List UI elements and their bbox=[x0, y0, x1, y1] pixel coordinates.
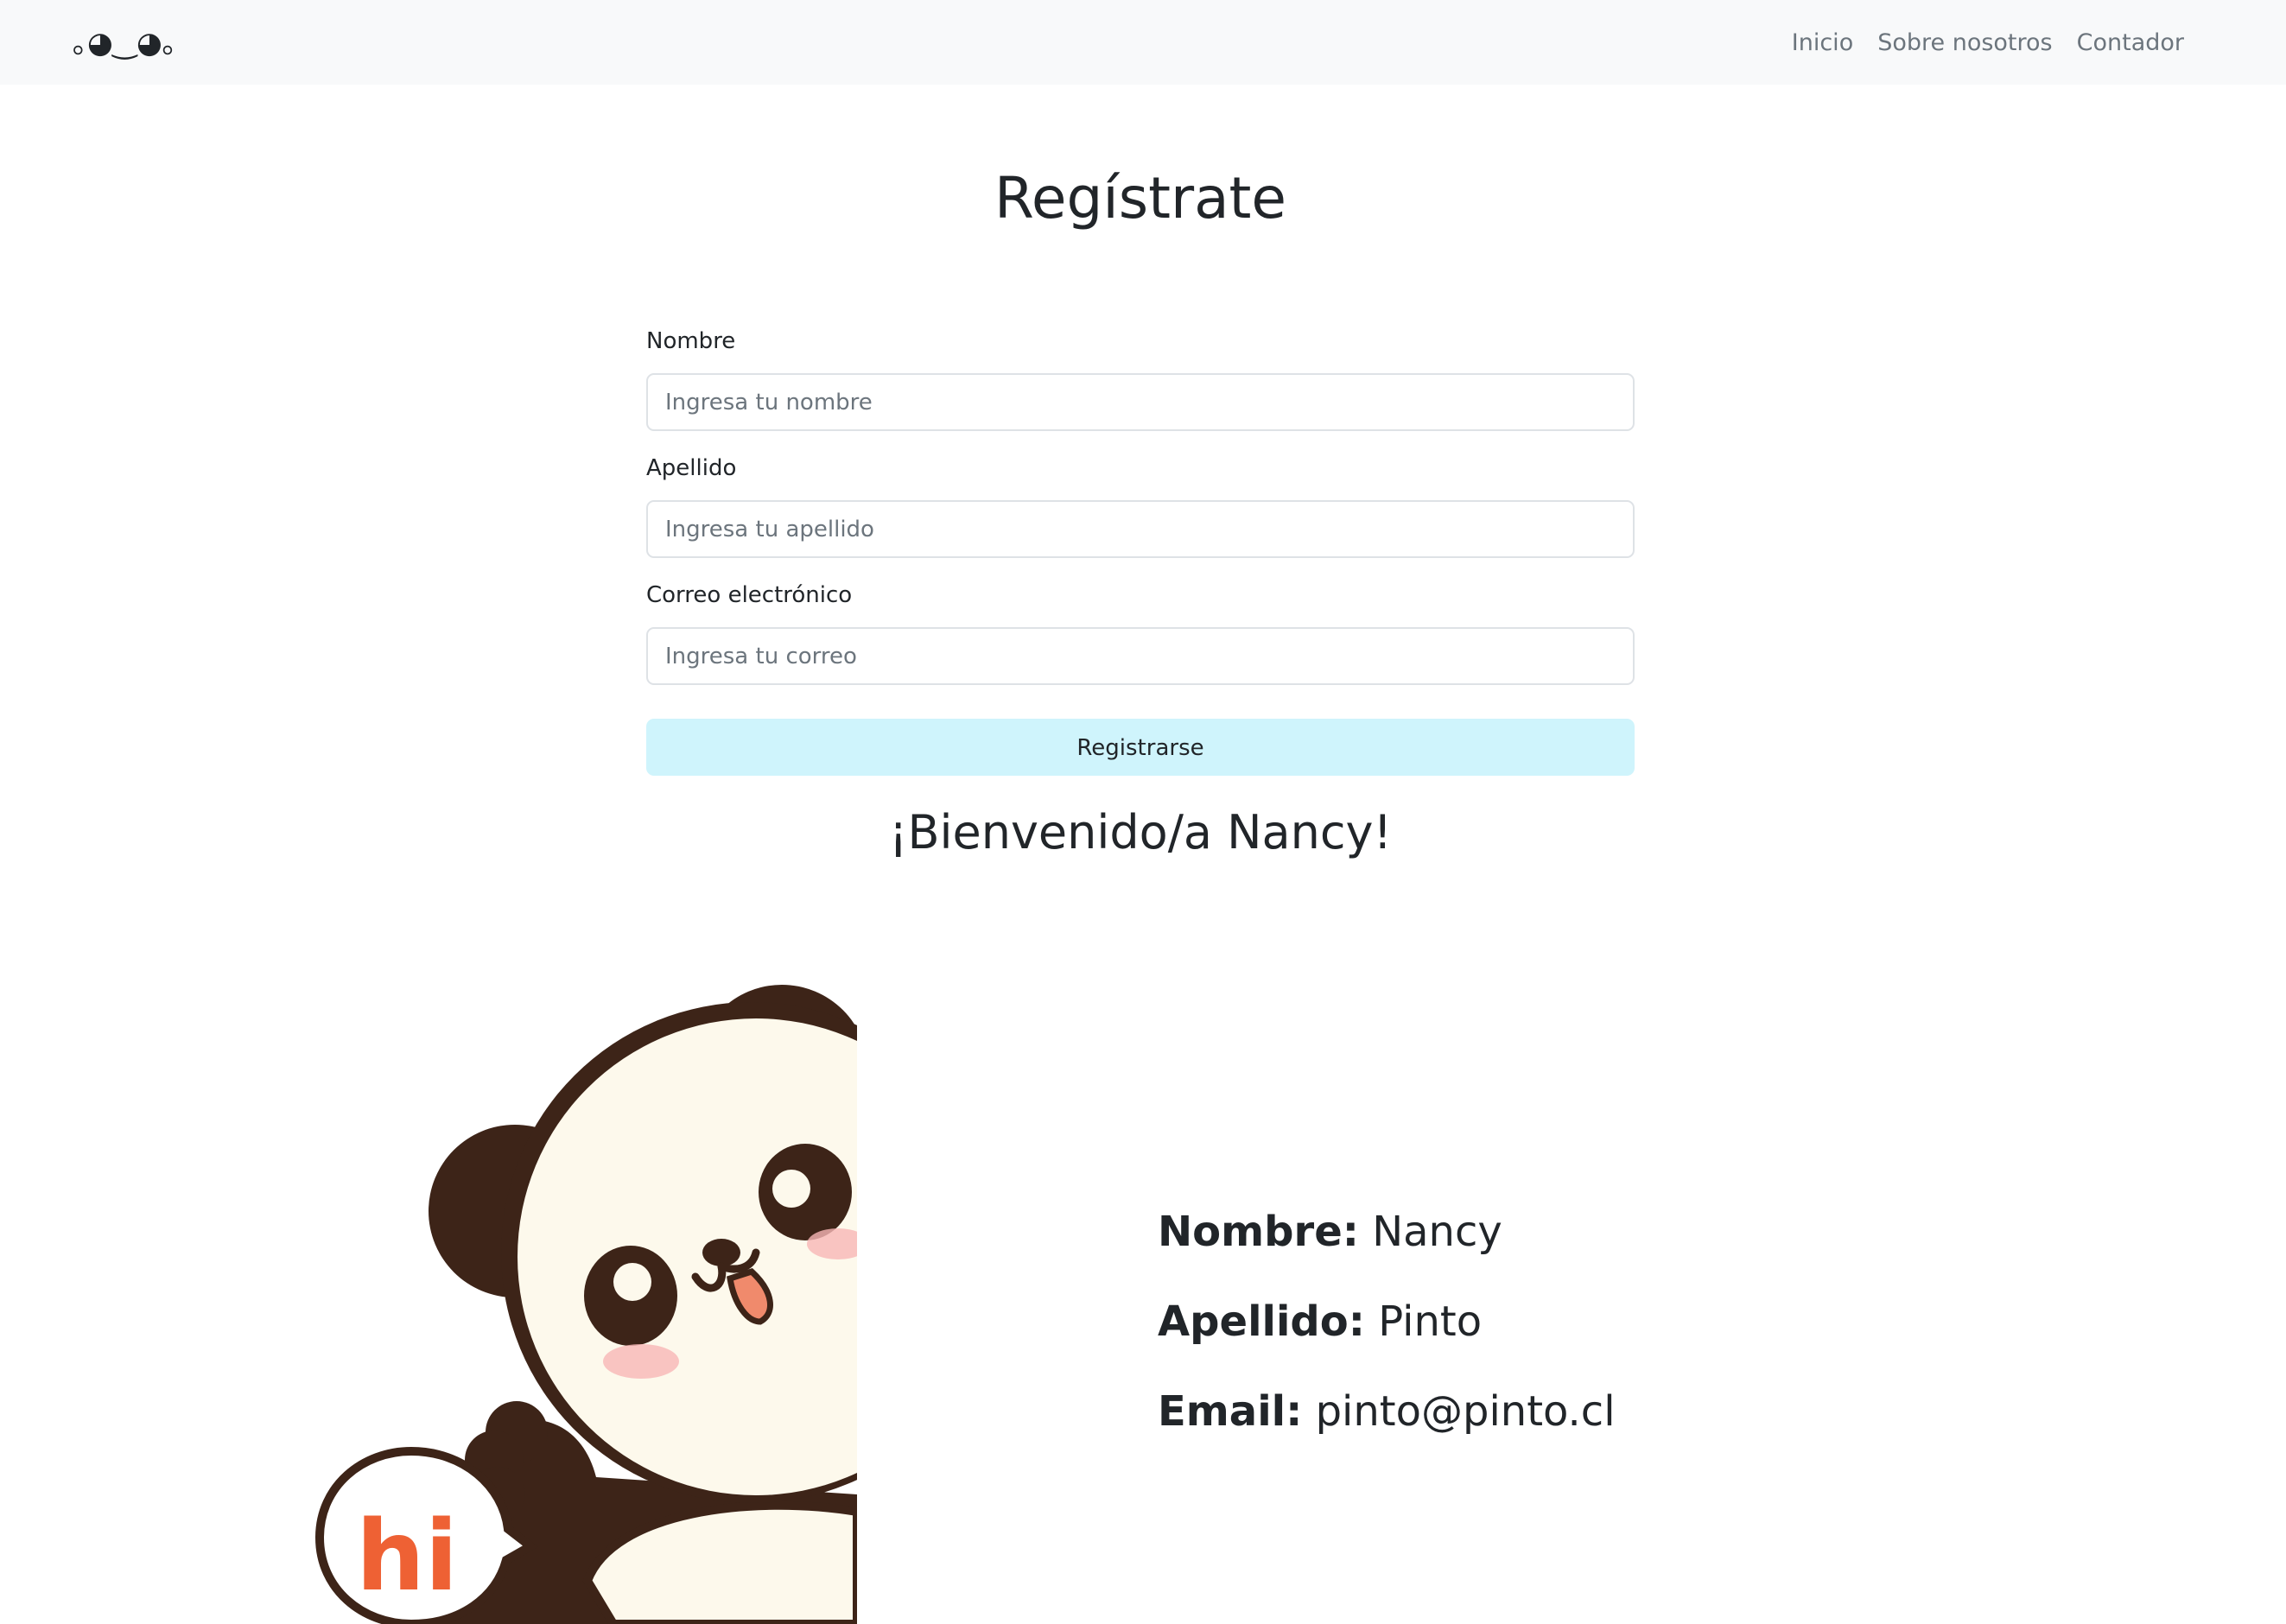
speech-bubble-text: hi bbox=[356, 1500, 458, 1613]
apellido-input[interactable] bbox=[646, 500, 1635, 558]
email-label: Correo electrónico bbox=[646, 582, 853, 608]
nav-links: Inicio Sobre nosotros Contador bbox=[1780, 22, 2196, 64]
panda-illustration: hi bbox=[302, 959, 857, 1624]
brand-logo[interactable]: ｡◕‿◕｡ bbox=[73, 22, 177, 64]
summary-apellido-label: Apellido: bbox=[1158, 1297, 1365, 1346]
apellido-label: Apellido bbox=[646, 455, 737, 481]
user-summary: Nombre: Nancy Apellido: Pinto Email: pin… bbox=[1158, 1201, 1616, 1470]
summary-apellido: Apellido: Pinto bbox=[1158, 1291, 1616, 1353]
summary-apellido-value: Pinto bbox=[1378, 1297, 1483, 1346]
summary-nombre-label: Nombre: bbox=[1158, 1208, 1359, 1256]
nav-link-sobre-nosotros[interactable]: Sobre nosotros bbox=[1865, 22, 2064, 64]
panda-image: hi bbox=[314, 985, 857, 1624]
page-title: Regístrate bbox=[994, 165, 1287, 232]
nombre-input[interactable] bbox=[646, 373, 1635, 431]
summary-nombre-value: Nancy bbox=[1372, 1208, 1502, 1256]
navbar: ｡◕‿◕｡ Inicio Sobre nosotros Contador bbox=[0, 0, 2286, 85]
registration-form: Nombre Apellido Correo electrónico bbox=[646, 321, 1635, 685]
summary-email-label: Email: bbox=[1158, 1387, 1303, 1436]
summary-email: Email: pinto@pinto.cl bbox=[1158, 1380, 1616, 1443]
welcome-heading: ¡Bienvenido/a Nancy! bbox=[888, 805, 1393, 860]
email-input[interactable] bbox=[646, 627, 1635, 685]
nav-link-inicio[interactable]: Inicio bbox=[1780, 22, 1865, 64]
nombre-label: Nombre bbox=[646, 328, 736, 354]
summary-email-value: pinto@pinto.cl bbox=[1315, 1387, 1616, 1436]
summary-nombre: Nombre: Nancy bbox=[1158, 1201, 1616, 1263]
register-button[interactable]: Registrarse bbox=[646, 719, 1635, 776]
nav-link-contador[interactable]: Contador bbox=[2065, 22, 2196, 64]
